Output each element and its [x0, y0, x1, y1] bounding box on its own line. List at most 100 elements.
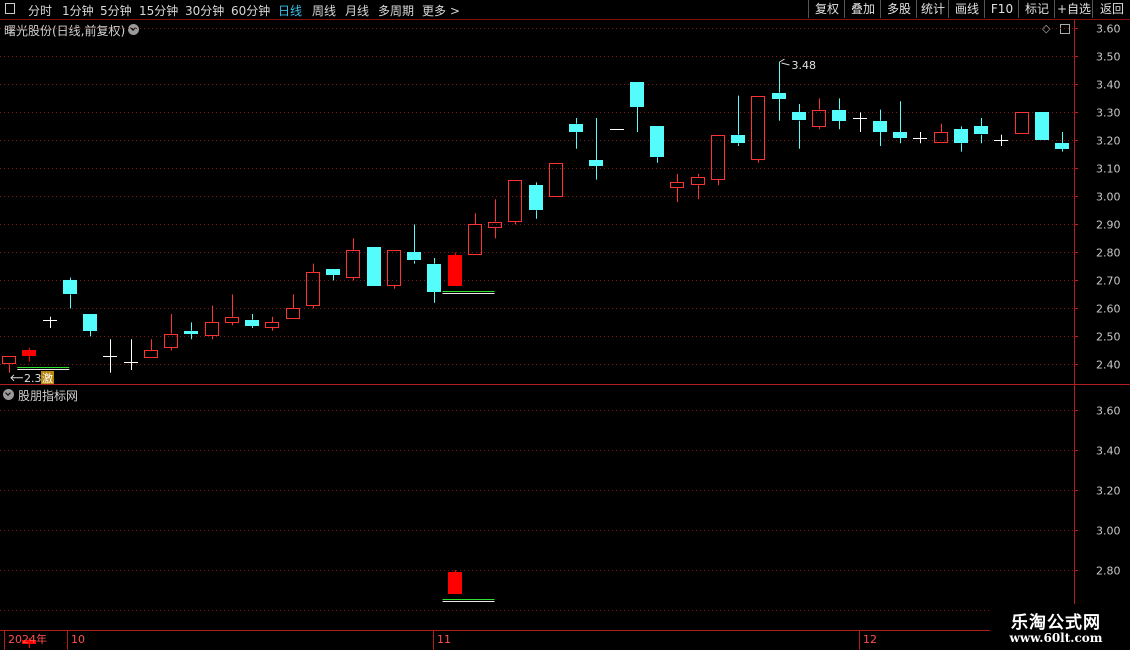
- diamond-icon[interactable]: ◇: [1042, 22, 1050, 35]
- kline-chart: 3.60 3.50 3.40 3.30 3.20 3.10 3.00 2.90 2.80 2.70…: [0, 20, 1130, 650]
- back-button[interactable]: 返回: [1092, 0, 1130, 18]
- candle-body: [529, 185, 543, 210]
- indicator-chevron-icon[interactable]: [3, 389, 14, 400]
- candle-body: [205, 322, 219, 336]
- candle-body: [630, 82, 644, 107]
- candle-body: [164, 334, 178, 348]
- candle-body: [286, 308, 300, 319]
- period-multi[interactable]: 多周期: [378, 2, 414, 19]
- candle-body: [873, 121, 887, 132]
- watermark-logo: 乐淘公式网: [1011, 613, 1101, 633]
- candle-body: [448, 255, 462, 286]
- more-label: 更多: [422, 4, 447, 18]
- low-arrow: [10, 374, 23, 382]
- period-weekly[interactable]: 周线: [312, 2, 336, 19]
- candle-body: [427, 264, 441, 292]
- indicator-tick-label: 3.20: [1096, 485, 1121, 498]
- candle-body: [812, 110, 826, 127]
- marker-char: 激: [42, 371, 53, 385]
- high-price-label: 3.48: [792, 59, 817, 72]
- price-tick-label: 3.00: [1096, 191, 1121, 204]
- price-tick-label: 2.40: [1096, 359, 1121, 372]
- candle-body: [974, 126, 988, 134]
- candle-body: [2, 356, 16, 364]
- candle-body: [832, 110, 846, 121]
- indicator-tick-label: 2.80: [1096, 565, 1121, 578]
- price-tick-label: 3.20: [1096, 135, 1121, 148]
- time-tick-label: 10: [71, 633, 85, 646]
- candle-body: [265, 322, 279, 328]
- statistics-button[interactable]: 统计: [916, 0, 949, 18]
- price-tick-label: 2.70: [1096, 275, 1121, 288]
- candle-body: [508, 180, 522, 222]
- price-tick-label: 3.10: [1096, 163, 1121, 176]
- candle-body: [63, 280, 77, 294]
- indicator-tick-label: 3.00: [1096, 525, 1121, 538]
- add-watchlist-button[interactable]: +自选: [1054, 0, 1093, 18]
- candle-body: [346, 250, 360, 278]
- high-arrow: [779, 58, 790, 66]
- candle-body: [1035, 112, 1049, 140]
- candle-body: [772, 93, 786, 99]
- price-tick-label: 3.60: [1096, 23, 1121, 36]
- candle-body: [731, 135, 745, 143]
- square-icon[interactable]: [5, 3, 15, 14]
- candle-body: [1015, 112, 1029, 134]
- candle-body: [245, 320, 259, 326]
- candle-body: [893, 132, 907, 138]
- candle-body: [326, 269, 340, 275]
- candle-body: [144, 350, 158, 358]
- price-tick-label: 3.30: [1096, 107, 1121, 120]
- time-tick-label: 2024年: [8, 632, 47, 646]
- period-60min[interactable]: 60分钟: [231, 2, 270, 19]
- stock-title: 曙光股份(日线,前复权): [4, 24, 126, 38]
- candle-body: [83, 314, 97, 331]
- indicator-title: 股朋指标网: [18, 389, 79, 403]
- time-tick-label: 12: [863, 633, 877, 646]
- chevron-right-icon: >: [449, 4, 460, 18]
- price-tick-label: 3.40: [1096, 79, 1121, 92]
- watermark: 乐淘公式网 www.60lt.com: [990, 604, 1130, 650]
- candle-body: [306, 272, 320, 306]
- multi-stock-button[interactable]: 多股: [880, 0, 917, 18]
- time-tick-label: 11: [437, 633, 451, 646]
- candle-body: [367, 247, 381, 286]
- period-5min[interactable]: 5分钟: [100, 2, 132, 19]
- candle-body: [691, 177, 705, 185]
- low-price-label: 2.34: [24, 372, 49, 385]
- candle-body: [549, 163, 563, 197]
- overlay-button[interactable]: 叠加: [844, 0, 881, 18]
- candle-body: [569, 124, 583, 132]
- candle-body: [387, 250, 401, 286]
- chevron-down-icon[interactable]: [128, 24, 139, 35]
- period-monthly[interactable]: 月线: [345, 2, 369, 19]
- candle-body: [22, 640, 36, 644]
- candle-body: [407, 252, 421, 260]
- price-tick-label: 3.50: [1096, 51, 1121, 64]
- candle-body: [468, 224, 482, 255]
- marker-badge: [41, 371, 54, 384]
- candle-body: [711, 135, 725, 180]
- candle-body: [670, 182, 684, 188]
- period-more[interactable]: 更多 >: [422, 2, 460, 19]
- candle-body: [488, 222, 502, 228]
- candle-body: [1055, 143, 1069, 149]
- f10-button[interactable]: F10: [984, 0, 1019, 18]
- candle-body: [22, 350, 36, 356]
- watermark-url: www.60lt.com: [1009, 631, 1103, 645]
- period-minute[interactable]: 分时: [28, 2, 52, 19]
- price-tick-label: 2.80: [1096, 247, 1121, 260]
- adjust-button[interactable]: 复权: [808, 0, 845, 18]
- period-15min[interactable]: 15分钟: [139, 2, 178, 19]
- period-30min[interactable]: 30分钟: [185, 2, 224, 19]
- mark-button[interactable]: 标记: [1018, 0, 1055, 18]
- period-1min[interactable]: 1分钟: [62, 2, 94, 19]
- period-toolbar: 分时 1分钟 5分钟 15分钟 30分钟 60分钟 日线 周线 月线 多周期 更…: [0, 0, 1130, 20]
- candle-body: [448, 572, 462, 594]
- price-tick-label: 2.50: [1096, 331, 1121, 344]
- price-tick-label: 2.60: [1096, 303, 1121, 316]
- price-tick-label: 2.90: [1096, 219, 1121, 232]
- draw-line-button[interactable]: 画线: [948, 0, 985, 18]
- panel-toggle-icon[interactable]: [1060, 24, 1070, 34]
- period-daily[interactable]: 日线: [278, 2, 302, 19]
